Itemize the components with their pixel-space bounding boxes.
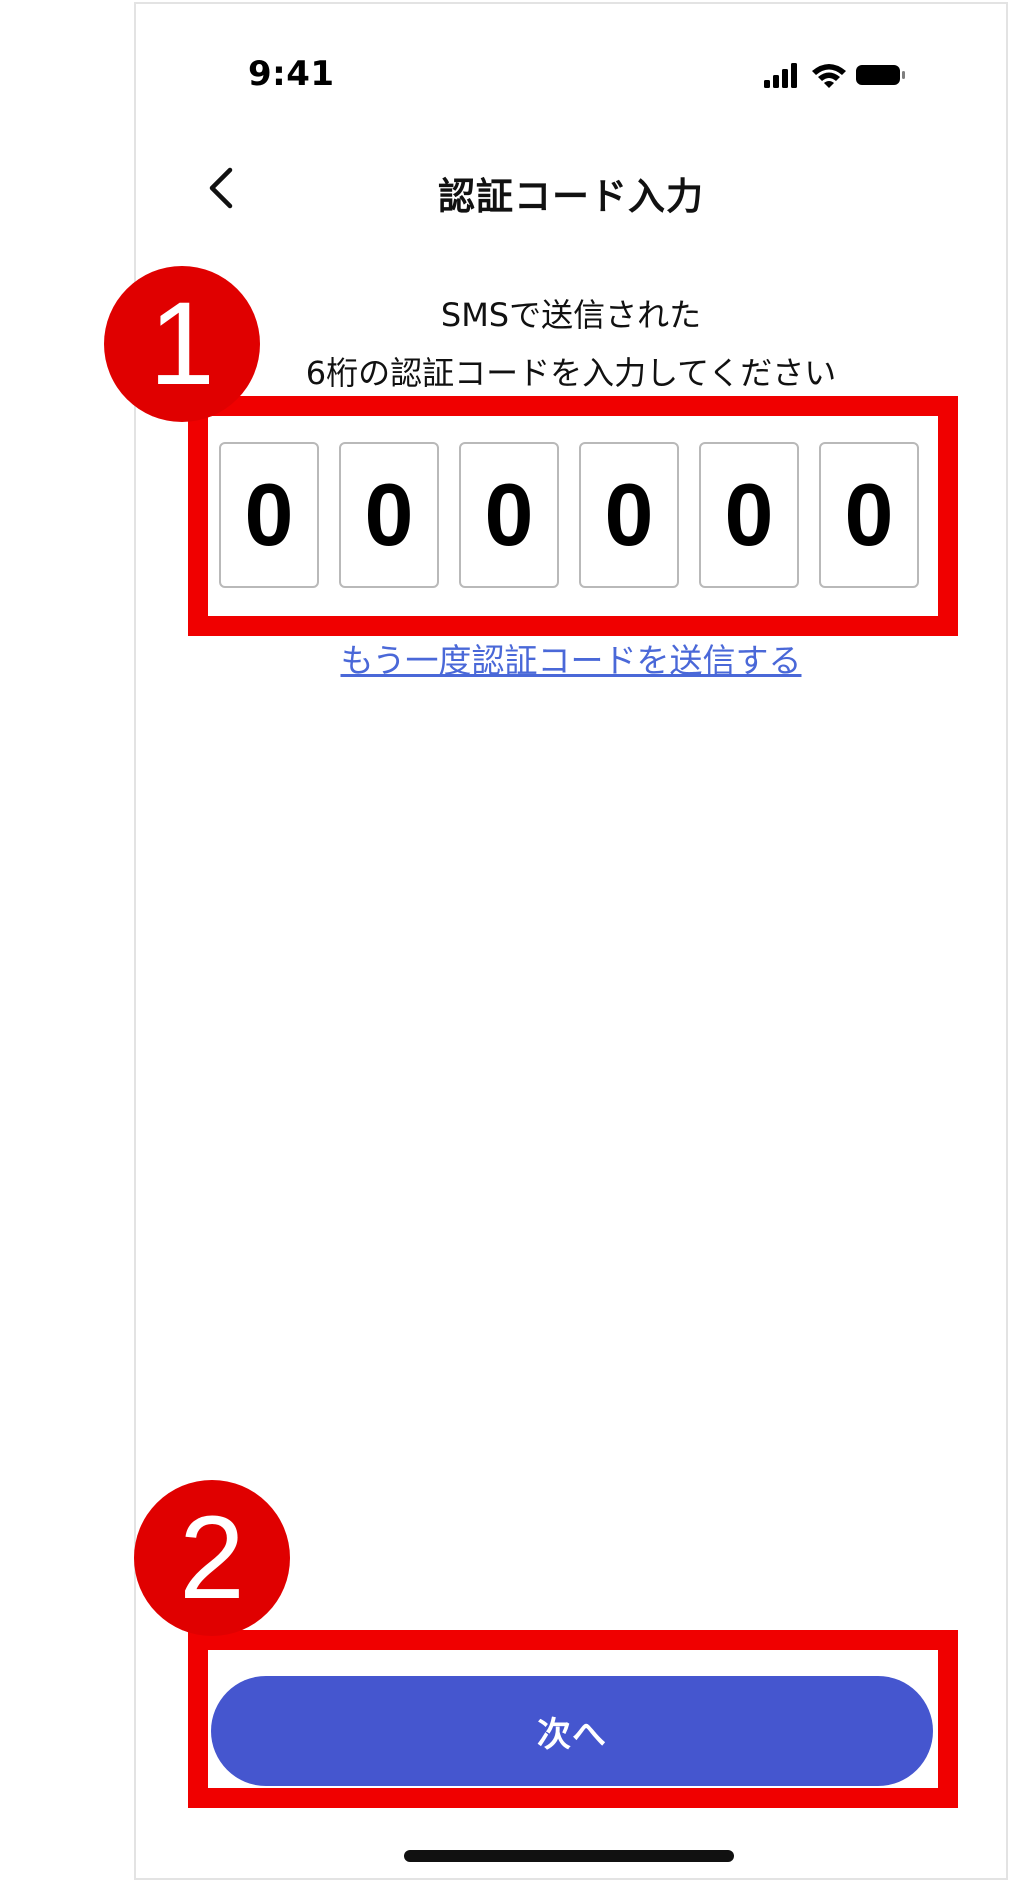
status-time: 9:41 [248, 54, 335, 94]
page-title: 認証コード入力 [438, 175, 704, 218]
annotation-marker-2: 2 [134, 1480, 290, 1636]
instruction-text: SMSで送信された 6桁の認証コードを入力してください [136, 286, 1006, 402]
signal-icon [764, 63, 797, 88]
screenshot-stage: 9:41 認証コード入力 SMSで送信された 6桁の認証コードを入力してください… [0, 0, 1013, 1884]
highlight-box-code [188, 396, 958, 636]
home-indicator [404, 1850, 734, 1862]
instruction-line-1: SMSで送信された [440, 296, 702, 334]
status-icons [764, 63, 905, 88]
instruction-line-2: 6桁の認証コードを入力してください [305, 354, 837, 392]
annotation-marker-1: 1 [104, 266, 260, 422]
resend-code-link[interactable]: もう一度認証コードを送信する [136, 634, 1006, 682]
battery-icon [856, 65, 905, 85]
wifi-icon [812, 64, 846, 88]
highlight-box-next [188, 1630, 958, 1808]
